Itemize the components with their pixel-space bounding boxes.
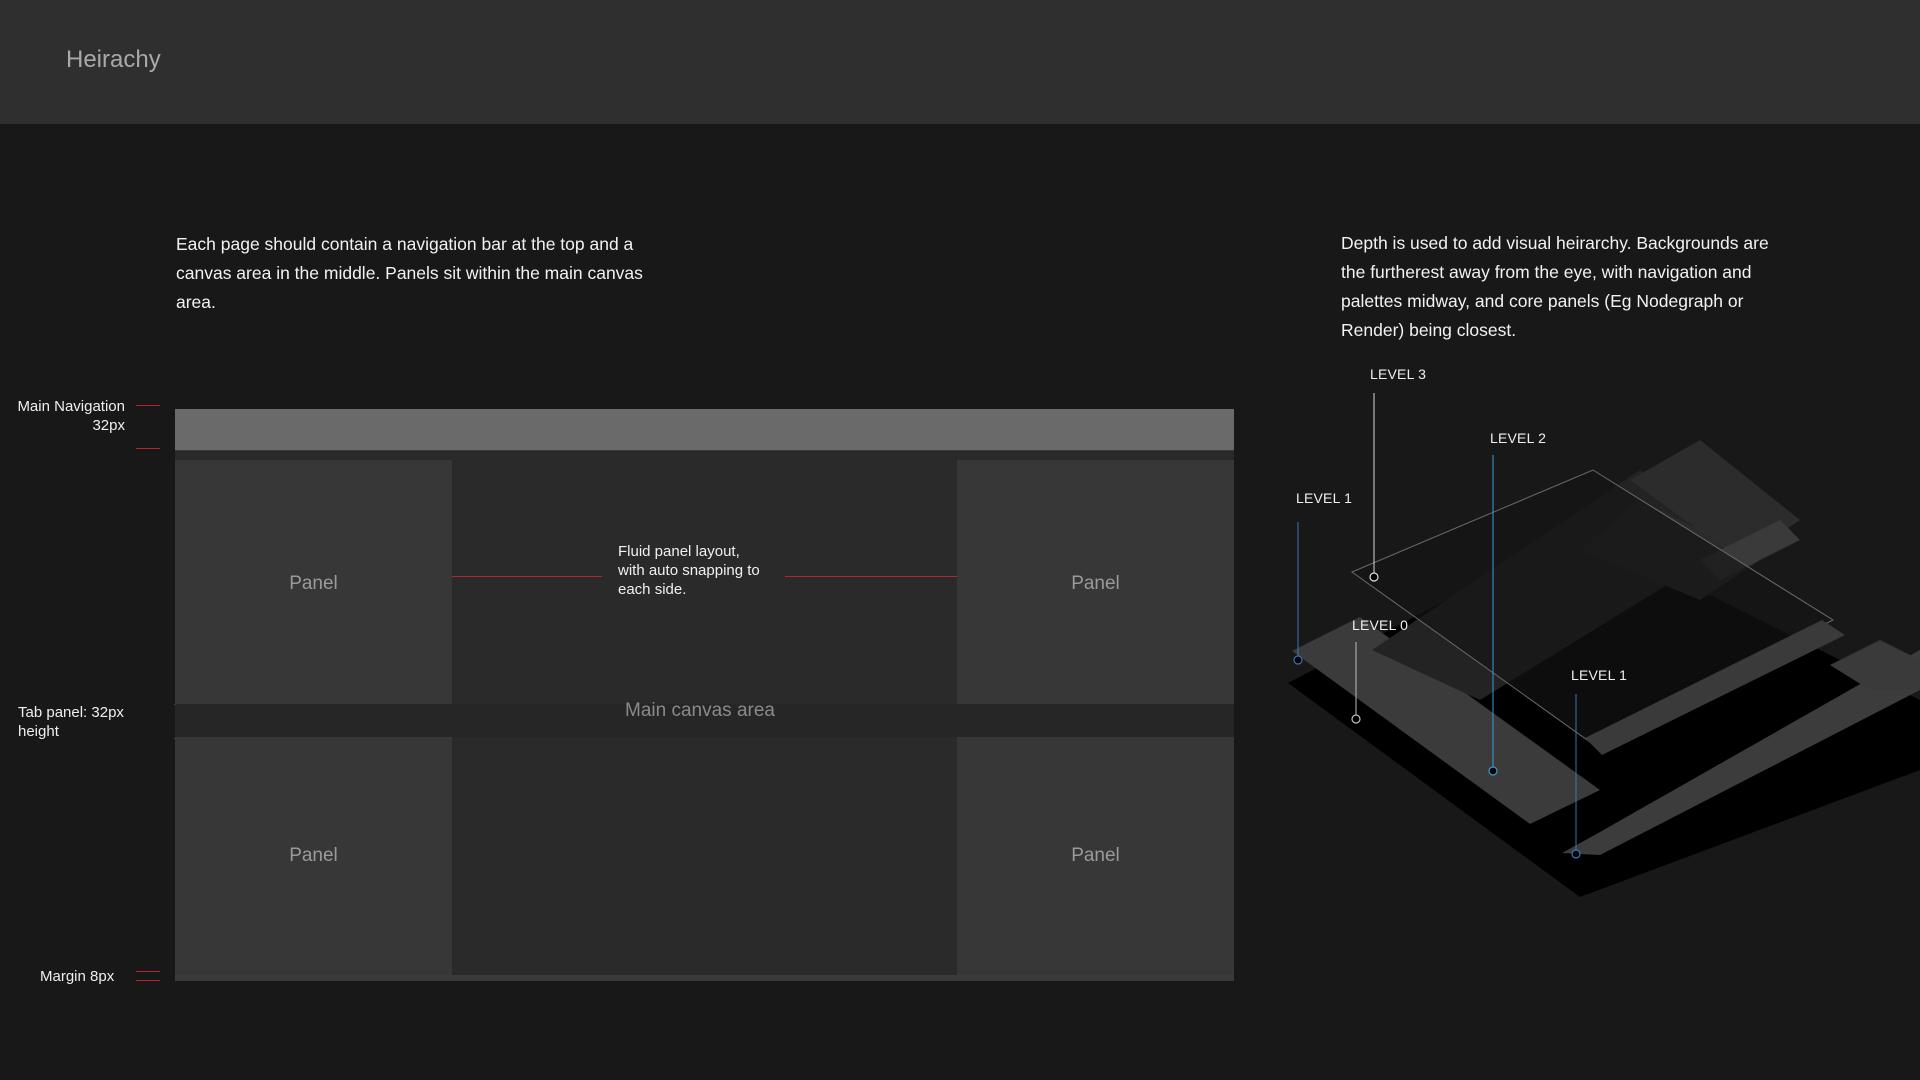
main-navigation-annotation: Main Navigation 32px [0,397,125,435]
main-navigation-label: Main Navigation [17,398,125,415]
margin-annotation: Margin 8px [40,968,115,985]
level1-right-point [1571,849,1581,859]
level2-point [1488,766,1498,776]
level1-left-label: LEVEL 1 [1296,490,1353,506]
panel-bottom-right: Panel [957,737,1234,975]
page-header: Heirachy [0,0,1920,124]
fluid-layout-note: Fluid panel layout, with auto snapping t… [618,543,760,598]
panel-top-left: Panel [175,460,452,704]
panel-label: Panel [1071,573,1120,594]
level2-label: LEVEL 2 [1490,430,1547,446]
margin-top-marker [136,971,160,972]
margin-bottom-marker [136,980,160,981]
depth-description: Depth is used to add visual heirarchy. B… [1341,233,1769,340]
level0-point [1351,714,1361,724]
depth-diagram [1288,393,1920,897]
main-navigation-size: 32px [92,417,125,434]
main-canvas-label: Main canvas area [625,700,775,721]
panel-label: Panel [1071,845,1120,866]
snap-line-right [785,576,957,577]
level1-right-label: LEVEL 1 [1571,667,1628,683]
tab-panel-annotation: Tab panel: 32px height [18,704,124,740]
panel-label: Panel [289,845,338,866]
nav-top-marker [136,405,160,406]
layout-description: Each page should contain a navigation ba… [176,234,643,312]
nav-bottom-marker [136,448,160,449]
panel-bottom-left: Panel [175,737,452,975]
panel-label: Panel [289,573,338,594]
panel-top-right: Panel [957,460,1234,704]
level1-left-point [1293,655,1303,665]
level3-label: LEVEL 3 [1370,366,1427,382]
level3-point [1369,572,1379,582]
level0-label: LEVEL 0 [1352,617,1409,633]
main-navigation-bar [175,409,1234,450]
page-title: Heirachy [66,46,161,73]
snap-line-left [452,576,602,577]
